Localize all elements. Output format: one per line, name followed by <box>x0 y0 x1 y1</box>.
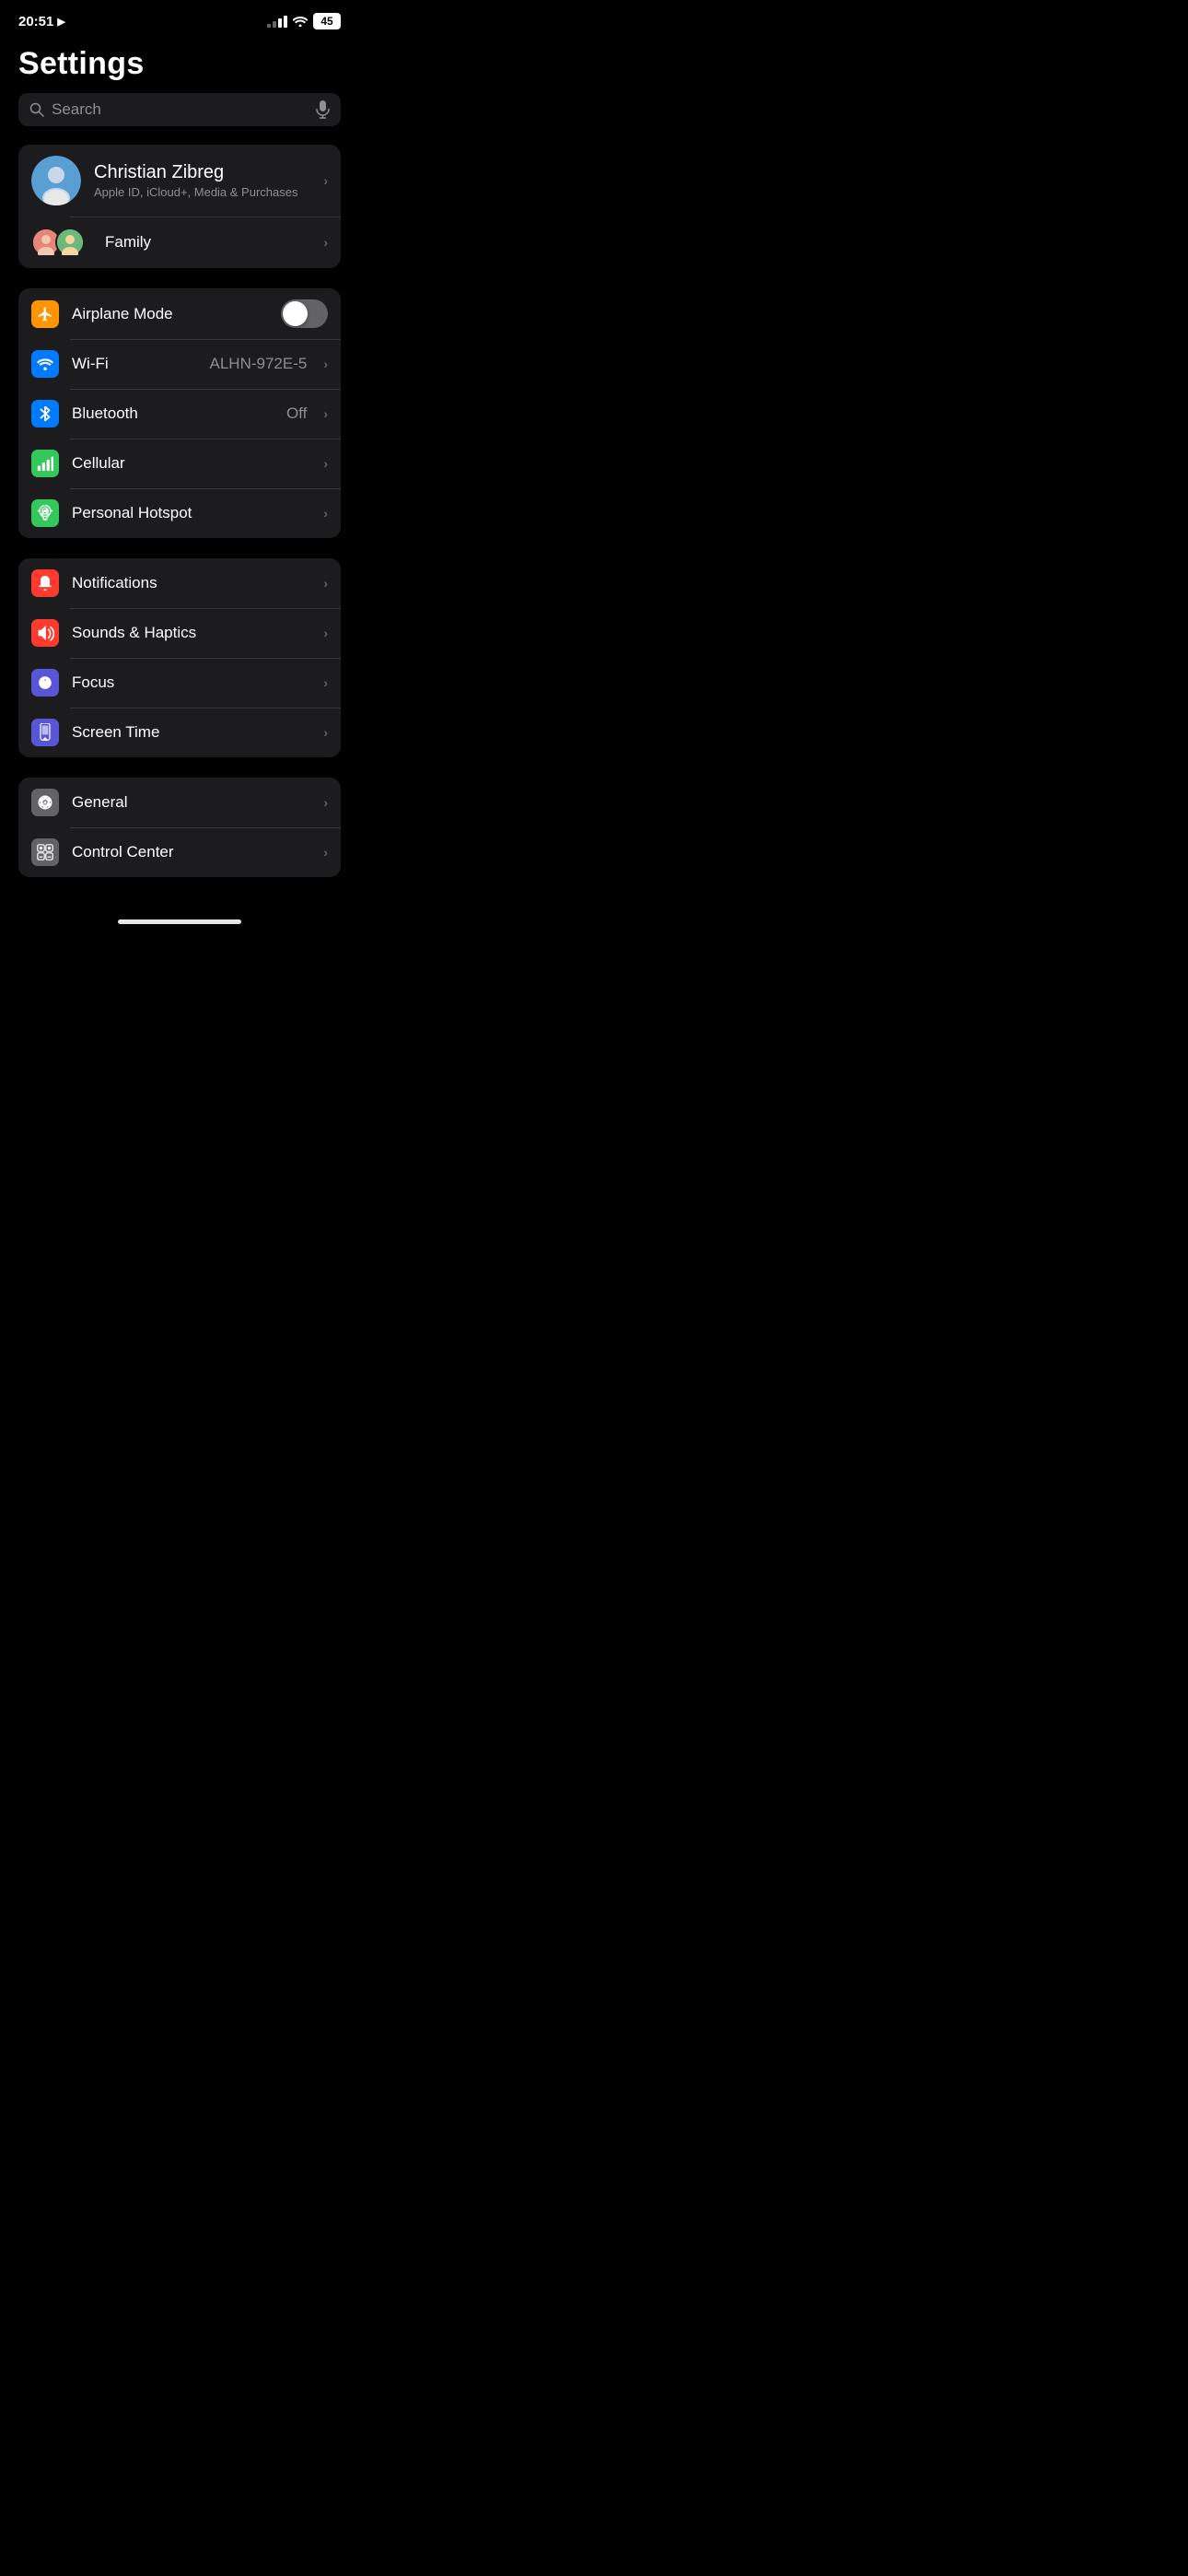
page-title: Settings <box>0 35 359 93</box>
airplane-mode-label: Airplane Mode <box>72 305 268 323</box>
control-center-row[interactable]: Control Center › <box>18 827 341 877</box>
personal-hotspot-label: Personal Hotspot <box>72 504 310 522</box>
notifications-icon <box>31 569 59 597</box>
control-center-label: Control Center <box>72 843 310 861</box>
chevron-icon: › <box>323 845 328 860</box>
airplane-mode-row[interactable]: Airplane Mode <box>18 288 341 339</box>
cellular-row[interactable]: Cellular › <box>18 439 341 488</box>
screen-time-icon <box>31 719 59 746</box>
time-display: 20:51 <box>18 14 53 29</box>
search-bar[interactable] <box>18 93 341 126</box>
sounds-haptics-row[interactable]: Sounds & Haptics › <box>18 608 341 658</box>
microphone-icon[interactable] <box>316 100 330 119</box>
sounds-haptics-label: Sounds & Haptics <box>72 624 310 642</box>
bluetooth-row[interactable]: Bluetooth Off › <box>18 389 341 439</box>
general-icon <box>31 789 59 816</box>
chevron-icon: › <box>323 675 328 690</box>
wifi-row[interactable]: Wi-Fi ALHN-972E-5 › <box>18 339 341 389</box>
wifi-label: Wi-Fi <box>72 355 197 373</box>
profile-section: Christian Zibreg Apple ID, iCloud+, Medi… <box>18 145 341 268</box>
connectivity-section: Airplane Mode Wi-Fi ALHN-972E-5 › Blueto… <box>18 288 341 538</box>
hotspot-icon <box>31 499 59 527</box>
family-label: Family <box>105 233 310 252</box>
status-bar: 20:51 ▶ 45 <box>0 0 359 35</box>
profile-info: Christian Zibreg Apple ID, iCloud+, Medi… <box>94 162 310 199</box>
wifi-status-icon <box>293 16 308 27</box>
chevron-icon: › <box>323 456 328 471</box>
family-avatar-2 <box>55 228 85 257</box>
family-row[interactable]: Family › <box>18 217 341 268</box>
focus-label: Focus <box>72 673 310 692</box>
family-avatars <box>31 228 85 257</box>
profile-subtitle: Apple ID, iCloud+, Media & Purchases <box>94 185 310 199</box>
profile-name: Christian Zibreg <box>94 162 310 183</box>
bluetooth-label: Bluetooth <box>72 404 274 423</box>
profile-row[interactable]: Christian Zibreg Apple ID, iCloud+, Medi… <box>18 145 341 217</box>
search-input[interactable] <box>52 100 309 119</box>
chevron-icon: › <box>323 795 328 810</box>
chevron-icon: › <box>323 576 328 591</box>
screen-time-row[interactable]: Screen Time › <box>18 708 341 757</box>
focus-icon <box>31 669 59 697</box>
wifi-value: ALHN-972E-5 <box>210 355 308 373</box>
control-center-icon <box>31 838 59 866</box>
chevron-icon: › <box>323 235 328 250</box>
airplane-mode-icon <box>31 300 59 328</box>
chevron-icon: › <box>323 725 328 740</box>
chevron-icon: › <box>323 506 328 521</box>
chevron-icon: › <box>323 357 328 371</box>
personal-hotspot-row[interactable]: Personal Hotspot › <box>18 488 341 538</box>
notifications-row[interactable]: Notifications › <box>18 558 341 608</box>
chevron-icon: › <box>323 173 328 188</box>
status-time-area: 20:51 ▶ <box>18 14 65 29</box>
search-icon <box>29 102 44 117</box>
focus-row[interactable]: Focus › <box>18 658 341 708</box>
signal-icon <box>267 16 287 28</box>
general-label: General <box>72 793 310 812</box>
location-icon: ▶ <box>57 16 64 28</box>
avatar <box>31 156 81 205</box>
general-section: General › Control Center › <box>18 778 341 877</box>
notifications-section: Notifications › Sounds & Haptics › Focus… <box>18 558 341 757</box>
general-row[interactable]: General › <box>18 778 341 827</box>
home-indicator <box>118 919 241 924</box>
screen-time-label: Screen Time <box>72 723 310 742</box>
cellular-label: Cellular <box>72 454 310 473</box>
bluetooth-icon <box>31 400 59 427</box>
status-icons: 45 <box>267 13 341 29</box>
cellular-icon <box>31 450 59 477</box>
wifi-icon <box>31 350 59 378</box>
bluetooth-value: Off <box>286 404 307 423</box>
notifications-label: Notifications <box>72 574 310 592</box>
battery-icon: 45 <box>313 13 341 29</box>
chevron-icon: › <box>323 406 328 421</box>
airplane-mode-toggle[interactable] <box>281 299 328 328</box>
chevron-icon: › <box>323 626 328 640</box>
sounds-icon <box>31 619 59 647</box>
battery-level: 45 <box>320 15 332 28</box>
